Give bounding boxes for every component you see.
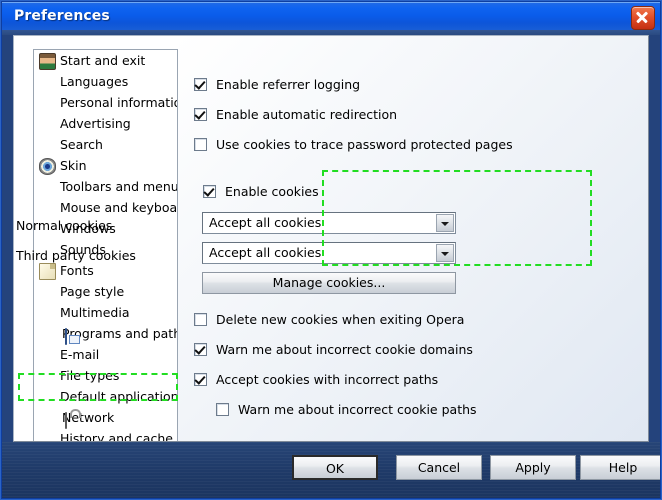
manage-cookies-button[interactable]: Manage cookies... — [202, 272, 456, 294]
label-enable-cookies: Enable cookies — [225, 184, 319, 199]
checkbox-row-enable-referrer-logging[interactable]: Enable referrer logging — [194, 77, 360, 92]
label-delete-new-cookies: Delete new cookies when exiting Opera — [216, 312, 464, 327]
sidebar-item-advertising[interactable]: Advertising — [34, 113, 177, 134]
sidebar-item-fonts[interactable]: Fonts — [34, 260, 177, 281]
label-use-cookies-trace-password: Use cookies to trace password protected … — [216, 137, 513, 152]
sidebar-item-toolbars-and-menus[interactable]: Toolbars and menus — [34, 176, 177, 197]
sidebar-item-label: Start and exit — [60, 53, 145, 68]
checkbox-row-enable-cookies[interactable]: Enable cookies — [203, 184, 319, 199]
help-button[interactable]: Help — [580, 455, 662, 480]
sidebar-item-mouse-and-keyboard[interactable]: Mouse and keyboard — [34, 197, 177, 218]
sidebar-item-label: Fonts — [60, 263, 94, 278]
chevron-down-icon[interactable] — [436, 244, 454, 262]
checkbox-row-warn-incorrect-cookie-paths[interactable]: Warn me about incorrect cookie paths — [216, 402, 477, 417]
label-warn-incorrect-cookie-paths: Warn me about incorrect cookie paths — [238, 402, 477, 417]
sidebar-item-label: History and cache — [60, 431, 173, 442]
checkbox-row-warn-incorrect-cookie-domains[interactable]: Warn me about incorrect cookie domains — [194, 342, 473, 357]
sidebar-item-personal-information[interactable]: Personal information — [34, 92, 177, 113]
select-third-party-cookies[interactable]: Accept all cookies — [202, 242, 456, 264]
checkbox-row-accept-cookies-incorrect-paths[interactable]: Accept cookies with incorrect paths — [194, 372, 438, 387]
label-enable-automatic-redirection: Enable automatic redirection — [216, 107, 397, 122]
sidebar-item-network[interactable]: Network — [34, 407, 177, 428]
label-warn-incorrect-cookie-domains: Warn me about incorrect cookie domains — [216, 342, 473, 357]
label-normal-cookies: Normal cookies — [16, 218, 112, 233]
user-icon — [39, 53, 56, 70]
close-icon[interactable] — [631, 6, 655, 30]
checkbox-accept-cookies-incorrect-paths[interactable] — [194, 373, 207, 386]
preferences-dialog: Preferences Start and exit Languages Perso… — [0, 0, 662, 500]
checkbox-enable-automatic-redirection[interactable] — [194, 108, 207, 121]
label-accept-cookies-incorrect-paths: Accept cookies with incorrect paths — [216, 372, 438, 387]
checkbox-row-delete-new-cookies[interactable]: Delete new cookies when exiting Opera — [194, 312, 464, 327]
select-normal-cookies-value: Accept all cookies — [209, 215, 321, 230]
sidebar-item-page-style[interactable]: Page style — [34, 281, 177, 302]
label-enable-referrer-logging: Enable referrer logging — [216, 77, 360, 92]
sidebar-item-label: Languages — [60, 74, 128, 89]
sidebar-item-label: Search — [60, 137, 103, 152]
apply-button[interactable]: Apply — [490, 455, 576, 480]
checkbox-warn-incorrect-cookie-domains[interactable] — [194, 343, 207, 356]
checkbox-use-cookies-trace-password[interactable] — [194, 138, 207, 151]
sidebar-item-e-mail[interactable]: E-mail — [34, 344, 177, 365]
sidebar-item-search[interactable]: Search — [34, 134, 177, 155]
sidebar-item-label: File types — [60, 368, 119, 383]
privacy-settings-pane: Enable referrer logging Enable automatic… — [194, 36, 649, 441]
checkbox-row-use-cookies-trace-password[interactable]: Use cookies to trace password protected … — [194, 137, 513, 152]
checkbox-delete-new-cookies[interactable] — [194, 313, 207, 326]
sidebar-item-label: Multimedia — [60, 305, 130, 320]
checkbox-enable-cookies[interactable] — [203, 185, 216, 198]
floppy-disk-icon — [65, 328, 67, 345]
label-third-party-cookies: Third party cookies — [16, 248, 136, 263]
ok-button[interactable]: OK — [292, 455, 378, 480]
cancel-button[interactable]: Cancel — [396, 455, 482, 480]
sidebar-item-start-and-exit[interactable]: Start and exit — [34, 50, 177, 71]
sidebar-item-programs-and-paths[interactable]: Programs and paths — [34, 323, 177, 344]
select-third-party-cookies-value: Accept all cookies — [209, 245, 321, 260]
sidebar-item-label: Mouse and keyboard — [60, 200, 178, 215]
sidebar-item-label: Personal information — [60, 95, 178, 110]
eye-icon — [39, 158, 56, 175]
document-icon — [39, 263, 56, 280]
select-normal-cookies[interactable]: Accept all cookies — [202, 212, 456, 234]
sidebar-item-label: Default application — [60, 389, 178, 404]
sidebar-item-multimedia[interactable]: Multimedia — [34, 302, 177, 323]
window-title: Preferences — [14, 8, 110, 24]
sidebar-item-label: Toolbars and menus — [60, 179, 178, 194]
sidebar-item-file-types[interactable]: File types — [34, 365, 177, 386]
title-bar[interactable]: Preferences — [2, 2, 660, 31]
content-panel: Start and exit Languages Personal informat… — [13, 35, 649, 442]
dialog-button-bar: OK Cancel Apply Help — [2, 442, 660, 498]
sidebar-item-skin[interactable]: Skin — [34, 155, 177, 176]
lock-icon — [65, 412, 67, 429]
sidebar-item-history-and-cache[interactable]: History and cache — [34, 428, 177, 442]
sidebar-item-default-application[interactable]: Default application — [34, 386, 177, 407]
sidebar-item-label: E-mail — [60, 347, 99, 362]
sidebar-item-label: Skin — [60, 158, 87, 173]
checkbox-enable-referrer-logging[interactable] — [194, 78, 207, 91]
preferences-category-tree[interactable]: Start and exit Languages Personal informat… — [33, 49, 178, 442]
checkbox-warn-incorrect-cookie-paths[interactable] — [216, 403, 229, 416]
checkbox-row-enable-automatic-redirection[interactable]: Enable automatic redirection — [194, 107, 397, 122]
chevron-down-icon[interactable] — [436, 214, 454, 232]
sidebar-item-languages[interactable]: Languages — [34, 71, 177, 92]
sidebar-item-label: Advertising — [60, 116, 131, 131]
sidebar-item-label: Page style — [60, 284, 124, 299]
